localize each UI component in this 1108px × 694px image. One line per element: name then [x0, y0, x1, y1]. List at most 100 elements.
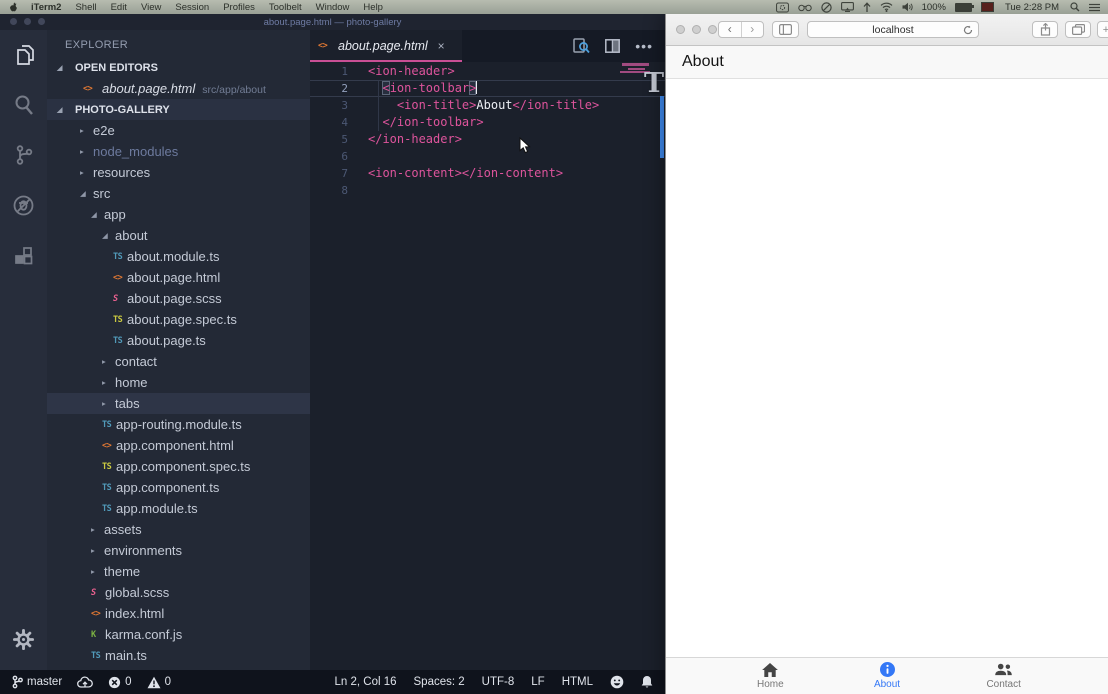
file-global.scss[interactable]: Sglobal.scss: [47, 582, 310, 603]
menu-toolbelt[interactable]: Toolbelt: [262, 2, 309, 13]
search-icon[interactable]: [0, 80, 47, 130]
warnings-indicator[interactable]: 0: [147, 676, 171, 689]
files-icon[interactable]: [0, 30, 47, 80]
sidebar-toggle-button[interactable]: [772, 21, 799, 38]
folder-src[interactable]: ◢src: [47, 183, 310, 204]
folder-environments[interactable]: ▸environments: [47, 540, 310, 561]
open-preview-icon[interactable]: [573, 38, 590, 54]
display-icon[interactable]: [841, 2, 854, 12]
code-line[interactable]: 7<ion-content></ion-content>: [310, 165, 665, 182]
code-line[interactable]: 5</ion-header>: [310, 131, 665, 148]
file-app.module.ts[interactable]: TSapp.module.ts: [47, 498, 310, 519]
file-about.page.html[interactable]: <>about.page.html: [47, 267, 310, 288]
back-button[interactable]: ‹: [719, 22, 741, 37]
file-about.page.ts[interactable]: TSabout.page.ts: [47, 330, 310, 351]
menu-shell[interactable]: Shell: [68, 2, 103, 13]
git-branch-indicator[interactable]: master: [12, 675, 62, 689]
file-index.html[interactable]: <>index.html: [47, 603, 310, 624]
minimize-window-button[interactable]: [692, 25, 701, 34]
errors-indicator[interactable]: 0: [108, 676, 131, 689]
notifications-bell-icon[interactable]: [641, 675, 653, 689]
notification-center-icon[interactable]: [1089, 3, 1100, 12]
code-line[interactable]: 3 <ion-title>About</ion-title>: [310, 97, 665, 114]
indentation-indicator[interactable]: Spaces: 2: [414, 676, 465, 688]
code-line[interactable]: 6: [310, 148, 665, 165]
file-about.page.scss[interactable]: Sabout.page.scss: [47, 288, 310, 309]
upload-arrow-icon[interactable]: [863, 2, 871, 13]
menu-edit[interactable]: Edit: [104, 2, 134, 13]
more-actions-icon[interactable]: •••: [635, 38, 653, 54]
input-language-flag-icon[interactable]: [981, 2, 994, 12]
language-mode-indicator[interactable]: HTML: [562, 676, 593, 688]
cursor-position-indicator[interactable]: Ln 2, Col 16: [335, 676, 397, 688]
close-window-button[interactable]: [676, 25, 685, 34]
folder-e2e[interactable]: ▸e2e: [47, 120, 310, 141]
screen-record-icon[interactable]: [776, 2, 789, 13]
tab-contact[interactable]: Contact: [945, 658, 1062, 694]
file-app.component.ts[interactable]: TSapp.component.ts: [47, 477, 310, 498]
spotlight-icon[interactable]: [1070, 2, 1080, 12]
folder-home[interactable]: ▸home: [47, 372, 310, 393]
folder-about[interactable]: ◢about: [47, 225, 310, 246]
close-window-button[interactable]: [10, 18, 17, 25]
sync-publish-button[interactable]: [77, 676, 93, 689]
volume-icon[interactable]: [902, 2, 913, 12]
code-line[interactable]: 8: [310, 182, 665, 199]
feedback-smiley-icon[interactable]: [610, 675, 624, 689]
forward-button[interactable]: ›: [741, 22, 764, 37]
vscode-titlebar[interactable]: about.page.html — photo-gallery: [0, 14, 665, 30]
menu-help[interactable]: Help: [356, 2, 390, 13]
open-editor-item[interactable]: <> about.page.html src/app/about: [47, 78, 310, 99]
folder-tabs[interactable]: ▸tabs: [47, 393, 310, 414]
spectacles-icon[interactable]: [798, 3, 812, 12]
file-app.component.html[interactable]: <>app.component.html: [47, 435, 310, 456]
extensions-icon[interactable]: [0, 230, 47, 280]
close-tab-icon[interactable]: ×: [438, 39, 445, 53]
code-line[interactable]: 4 </ion-toolbar>: [310, 114, 665, 131]
eol-indicator[interactable]: LF: [531, 676, 544, 688]
file-karma.conf.js[interactable]: Kkarma.conf.js: [47, 624, 310, 645]
menu-window[interactable]: Window: [309, 2, 357, 13]
share-button[interactable]: [1032, 21, 1058, 38]
folder-resources[interactable]: ▸resources: [47, 162, 310, 183]
folder-assets[interactable]: ▸assets: [47, 519, 310, 540]
tab-home[interactable]: Home: [712, 658, 829, 694]
debug-icon[interactable]: [0, 180, 47, 230]
menu-view[interactable]: View: [134, 2, 168, 13]
open-editors-section-header[interactable]: ◢ OPEN EDITORS: [47, 58, 310, 78]
folder-app[interactable]: ◢app: [47, 204, 310, 225]
file-app-routing.module.ts[interactable]: TSapp-routing.module.ts: [47, 414, 310, 435]
menu-app-name[interactable]: iTerm2: [24, 2, 68, 13]
minimap[interactable]: [628, 68, 645, 70]
split-editor-icon[interactable]: [605, 39, 620, 53]
reload-icon[interactable]: [963, 25, 973, 35]
folder-contact[interactable]: ▸contact: [47, 351, 310, 372]
source-control-icon[interactable]: [0, 130, 47, 180]
tab-about[interactable]: About: [829, 658, 946, 694]
encoding-indicator[interactable]: UTF-8: [482, 676, 515, 688]
code-line[interactable]: 1<ion-header>: [310, 63, 665, 80]
settings-gear-icon[interactable]: [0, 614, 47, 664]
menu-session[interactable]: Session: [168, 2, 216, 13]
menu-clock[interactable]: Tue 2:28 PM: [1003, 2, 1061, 13]
file-about.page.spec.ts[interactable]: TSabout.page.spec.ts: [47, 309, 310, 330]
file-app.component.spec.ts[interactable]: TSapp.component.spec.ts: [47, 456, 310, 477]
zoom-window-button[interactable]: [38, 18, 45, 25]
folder-node_modules[interactable]: ▸node_modules: [47, 141, 310, 162]
file-main.ts[interactable]: TSmain.ts: [47, 645, 310, 666]
code-editor[interactable]: 1<ion-header>2 <ion-toolbar>3 <ion-title…: [310, 62, 665, 671]
address-bar[interactable]: localhost: [807, 21, 979, 38]
apple-menu-icon[interactable]: [0, 2, 24, 13]
minimize-window-button[interactable]: [24, 18, 31, 25]
file-about.module.ts[interactable]: TSabout.module.ts: [47, 246, 310, 267]
project-section-header[interactable]: ◢ PHOTO-GALLERY: [47, 99, 310, 120]
minimap[interactable]: [622, 63, 649, 66]
tab-about-page-html[interactable]: <> about.page.html ×: [310, 30, 462, 62]
code-line[interactable]: 2 <ion-toolbar>: [310, 80, 665, 97]
menu-profiles[interactable]: Profiles: [216, 2, 262, 13]
zoom-window-button[interactable]: [708, 25, 717, 34]
tab-overview-button[interactable]: [1065, 21, 1091, 38]
new-tab-button[interactable]: +: [1097, 21, 1108, 38]
folder-theme[interactable]: ▸theme: [47, 561, 310, 582]
wifi-icon[interactable]: [880, 2, 893, 12]
